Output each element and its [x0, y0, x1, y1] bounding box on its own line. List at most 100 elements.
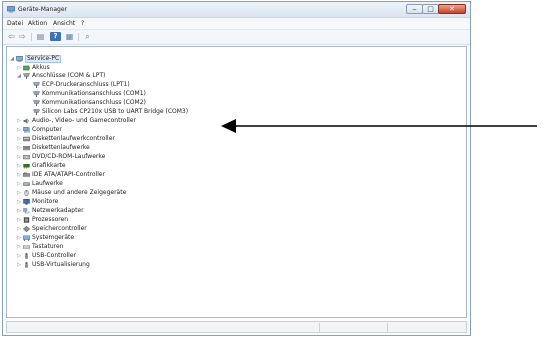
tree-node[interactable]: ▷ Grafikkarte	[7, 162, 207, 170]
expand-icon[interactable]: ▷	[16, 171, 22, 179]
menu-aktion[interactable]: Aktion	[28, 20, 47, 27]
expand-icon[interactable]: ▷	[16, 189, 22, 197]
tree-node[interactable]: ▷ Speichercontroller	[7, 225, 207, 233]
system-devices-icon	[23, 235, 30, 241]
display-adapter-icon	[23, 164, 30, 169]
computer-icon	[16, 56, 23, 62]
tree-node[interactable]: ▷ Mäuse und andere Zeigegeräte	[7, 189, 207, 197]
show-hide-tree-icon[interactable]: ▤	[35, 32, 46, 41]
collapse-icon[interactable]: ◢	[16, 72, 22, 80]
menu-help[interactable]: ?	[81, 20, 84, 27]
expand-icon[interactable]: ▷	[16, 198, 22, 206]
expand-icon[interactable]: ▷	[16, 180, 22, 188]
tree-node-label: Mäuse und andere Zeigegeräte	[32, 189, 127, 196]
status-divider	[387, 323, 388, 332]
back-arrow-icon[interactable]: ⇦	[6, 32, 17, 41]
caption-buttons: ‒ □ ✕	[406, 4, 466, 14]
expand-icon[interactable]: ▷	[16, 162, 22, 170]
tree-node[interactable]: ▷ Akkus	[7, 64, 207, 72]
expand-icon[interactable]: ▷	[16, 207, 22, 215]
maximize-button[interactable]: □	[422, 4, 439, 14]
tree-root-label: Service-PC	[25, 55, 62, 63]
tree-node[interactable]: ▷ Laufwerke	[7, 180, 207, 188]
tree-node[interactable]: ▷ Tastaturen	[7, 243, 207, 251]
expand-icon[interactable]: ▷	[16, 252, 22, 260]
tree-node[interactable]: ▷ Diskettenlaufwerkcontroller	[7, 135, 207, 143]
expand-icon[interactable]: ▷	[16, 243, 22, 251]
minimize-button[interactable]: ‒	[406, 4, 423, 14]
usb-icon	[25, 253, 28, 259]
tree-node[interactable]: ▷ Systemgeräte	[7, 234, 207, 242]
computer-icon	[23, 127, 30, 133]
tree-node[interactable]: ▷ USB-Controller	[7, 252, 207, 260]
help-icon[interactable]: ?	[50, 32, 61, 41]
expand-icon[interactable]: ▷	[16, 216, 22, 224]
tree-node[interactable]: ▷ Monitore	[7, 198, 207, 206]
expand-icon[interactable]: ▷	[16, 225, 22, 233]
tree-node[interactable]: ▷ USB-Virtualisierung	[7, 261, 207, 269]
usb-icon	[25, 262, 28, 268]
tree-node-label: Laufwerke	[32, 180, 63, 187]
floppy-drive-icon	[23, 146, 30, 151]
device-tree[interactable]: ◢ Service-PC ▷ Akkus ◢ Anschlüsse (COM &…	[6, 46, 467, 318]
tree-child[interactable]: Kommunikationsanschluss (COM1)	[7, 90, 247, 98]
expand-icon[interactable]: ▷	[16, 144, 22, 152]
speaker-icon	[23, 118, 30, 124]
processor-icon	[23, 217, 30, 223]
tree-child-label: Kommunikationsanschluss (COM1)	[42, 90, 146, 97]
expand-icon[interactable]: ▷	[16, 234, 22, 242]
expand-icon[interactable]: ▷	[16, 126, 22, 134]
port-icon	[33, 91, 40, 97]
tree-node[interactable]: ◢ Anschlüsse (COM & LPT)	[7, 72, 207, 80]
keyboard-icon	[23, 245, 30, 249]
expand-icon[interactable]: ▷	[16, 64, 22, 72]
monitor-icon	[23, 199, 30, 205]
status-divider	[319, 323, 320, 332]
expand-icon[interactable]: ▷	[16, 261, 22, 269]
expand-icon[interactable]: ▷	[16, 117, 22, 125]
tree-child[interactable]: Kommunikationsanschluss (COM2)	[7, 99, 247, 107]
port-icon	[33, 109, 40, 115]
properties-icon[interactable]: ▦	[64, 32, 75, 41]
tree-node[interactable]: ▷ Audio-, Video- und Gamecontroller	[7, 117, 207, 125]
hard-drive-icon	[23, 182, 30, 186]
device-manager-window: Geräte-Manager ‒ □ ✕ Datei Aktion Ansich…	[2, 1, 471, 336]
expand-icon[interactable]: ▷	[16, 135, 22, 143]
menu-ansicht[interactable]: Ansicht	[53, 20, 75, 27]
tree-node[interactable]: ▷ Netzwerkadapter	[7, 207, 207, 215]
title-bar[interactable]: Geräte-Manager ‒ □ ✕	[3, 2, 470, 18]
port-icon	[23, 73, 30, 79]
menu-bar: Datei Aktion Ansicht ?	[3, 18, 470, 30]
port-icon	[33, 82, 40, 88]
tree-node[interactable]: ▷ Prozessoren	[7, 216, 207, 224]
forward-arrow-icon[interactable]: ⇨	[17, 32, 28, 41]
tree-node-label: Anschlüsse (COM & LPT)	[32, 72, 106, 79]
tree-child-label: ECP-Druckeranschluss (LPT1)	[42, 81, 130, 88]
toolbar: ⇦ ⇨ ▤ ? ▦ ⌕	[3, 30, 470, 45]
status-bar	[6, 321, 467, 333]
battery-icon	[23, 65, 30, 71]
tree-node-label: IDE ATA/ATAPI-Controller	[32, 171, 106, 178]
floppy-controller-icon	[23, 136, 30, 142]
tree-node-label: Speichercontroller	[32, 225, 87, 232]
tree-node[interactable]: ▷ Computer	[7, 126, 207, 134]
tree-child-label: Kommunikationsanschluss (COM2)	[42, 99, 146, 106]
tree-node[interactable]: ▷ DVD/CD-ROM-Laufwerke	[7, 153, 207, 161]
tree-node-label: Systemgeräte	[32, 234, 75, 241]
tree-root[interactable]: ◢ Service-PC	[7, 55, 207, 63]
storage-controller-icon	[23, 226, 30, 232]
close-icon: ✕	[449, 4, 455, 13]
tree-node-label: Computer	[32, 126, 62, 133]
tree-child[interactable]: ECP-Druckeranschluss (LPT1)	[7, 81, 247, 89]
tree-node[interactable]: ▷ IDE ATA/ATAPI-Controller	[7, 171, 207, 179]
close-button[interactable]: ✕	[438, 4, 466, 14]
expand-icon[interactable]: ▷	[16, 153, 22, 161]
toolbar-separator	[31, 33, 32, 41]
menu-datei[interactable]: Datei	[7, 20, 23, 27]
port-icon	[33, 100, 40, 106]
tree-node-label: Audio-, Video- und Gamecontroller	[32, 117, 136, 124]
scan-hardware-icon[interactable]: ⌕	[82, 32, 93, 41]
tree-node[interactable]: ▷ Diskettenlaufwerke	[7, 144, 207, 152]
tree-child-cp210x[interactable]: Silicon Labs CP210x USB to UART Bridge (…	[7, 108, 247, 116]
collapse-icon[interactable]: ◢	[9, 55, 15, 63]
